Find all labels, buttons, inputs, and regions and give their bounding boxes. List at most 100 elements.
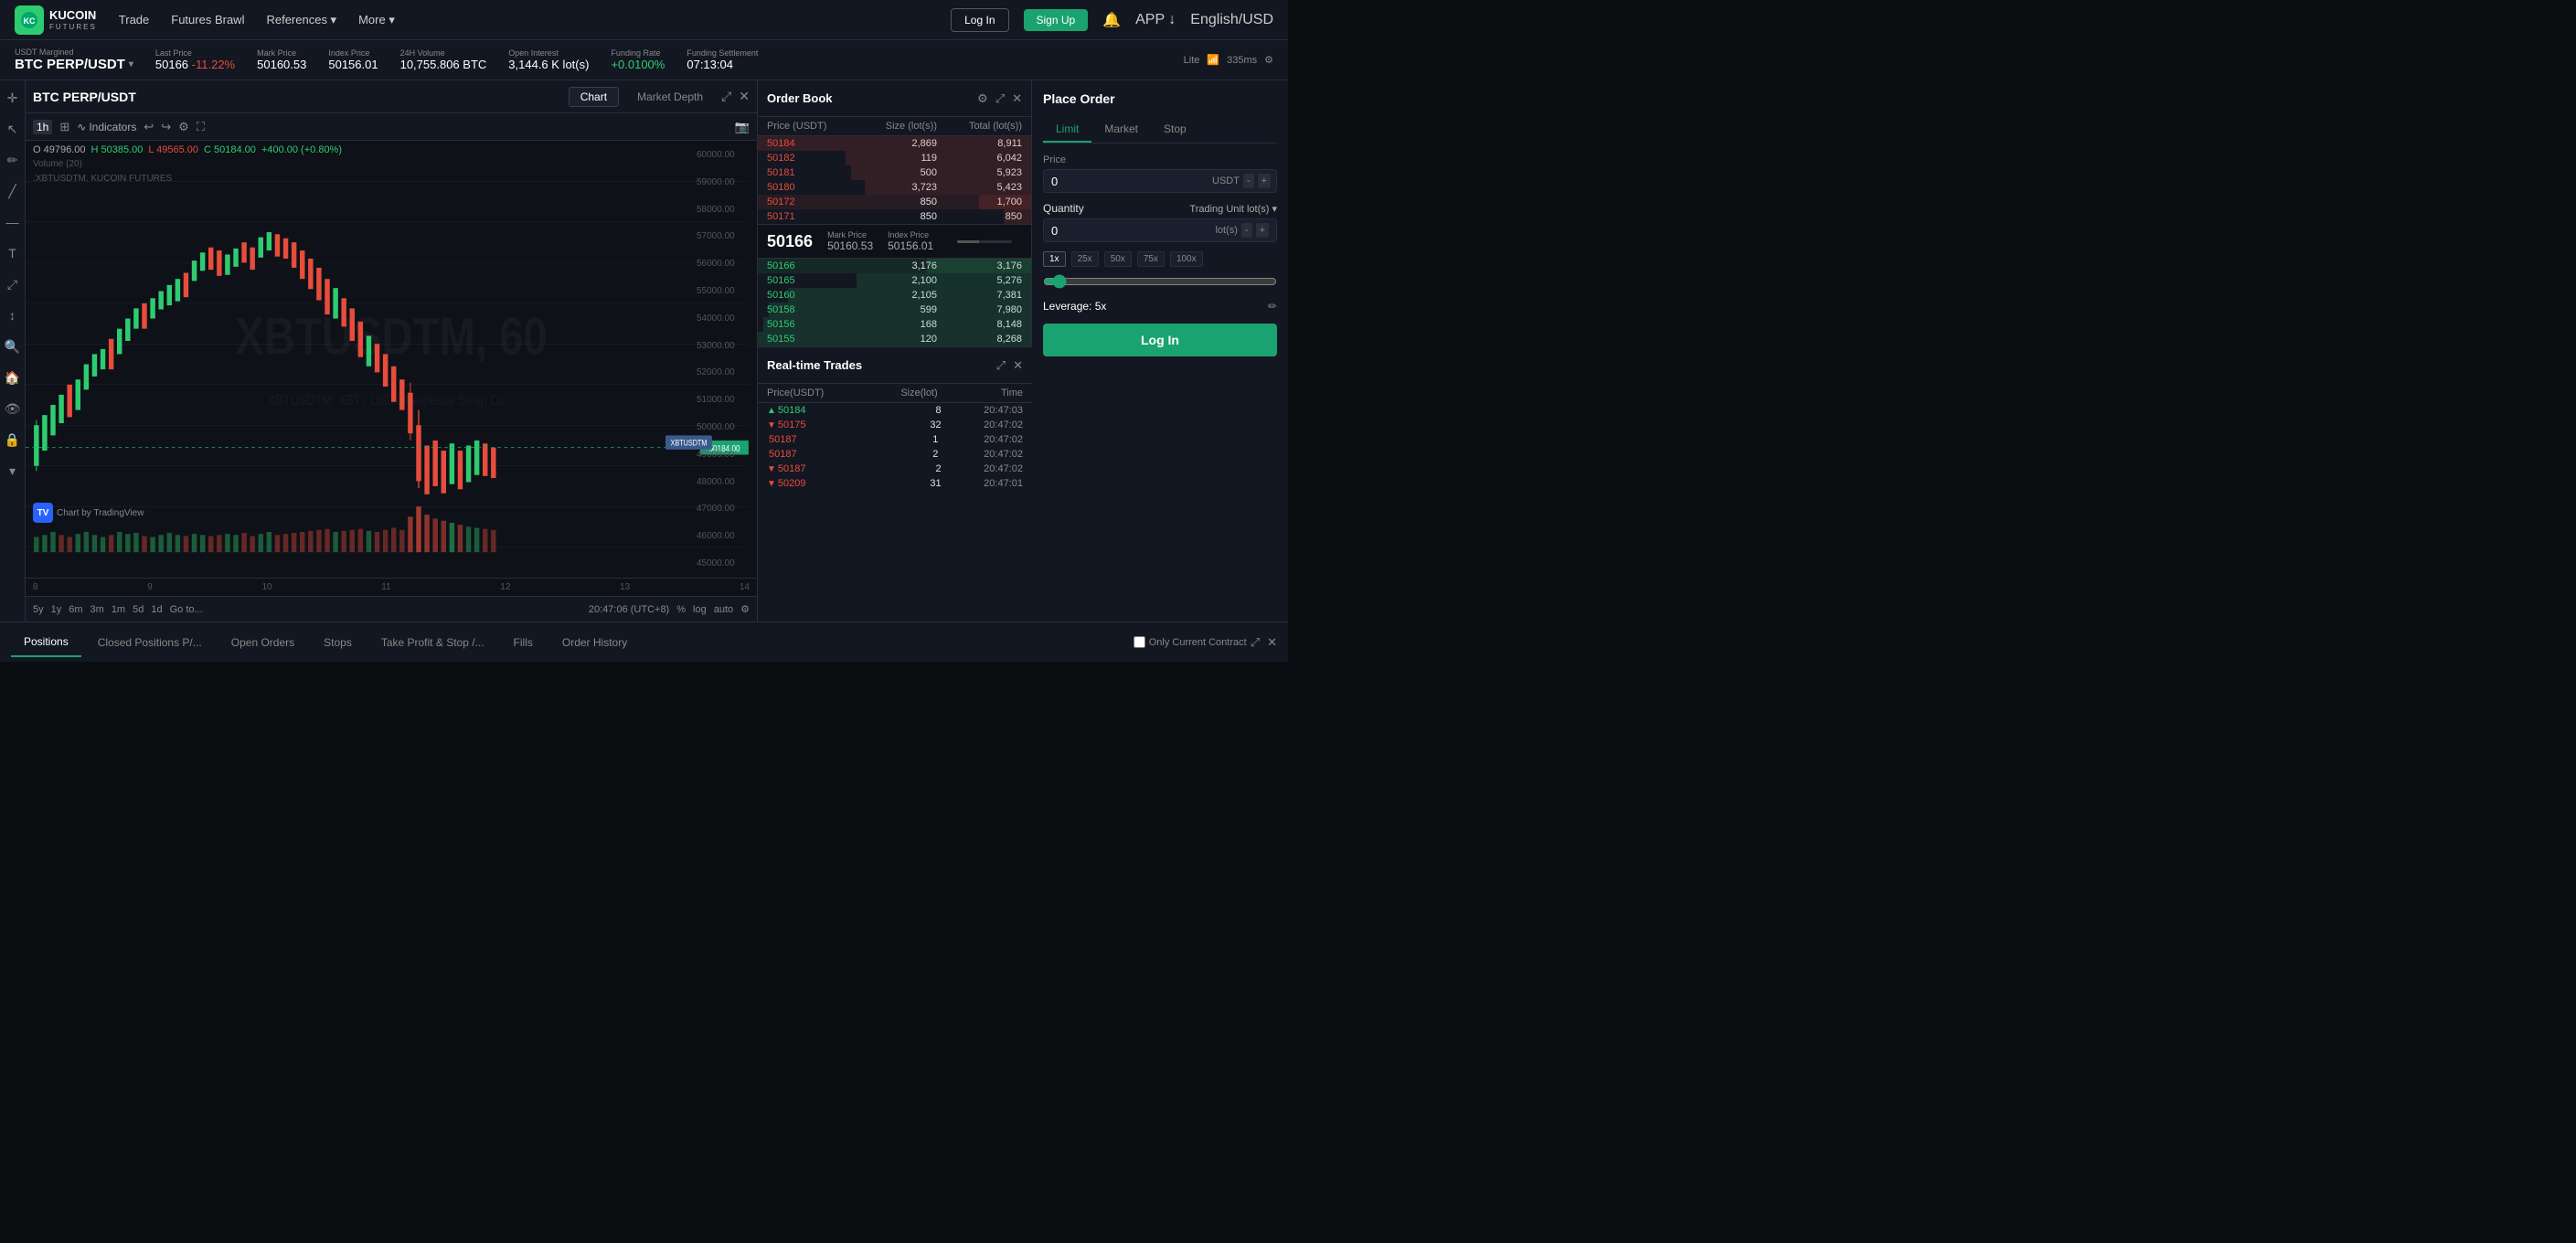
- line-icon[interactable]: ╱: [3, 181, 23, 201]
- tf-3m[interactable]: 3m: [90, 604, 104, 615]
- ask-row[interactable]: 501842,8698,911: [758, 136, 1031, 151]
- hline-icon[interactable]: —: [3, 212, 23, 232]
- indicators-button[interactable]: ∿ Indicators: [77, 121, 136, 133]
- tf-1y[interactable]: 1y: [51, 604, 62, 615]
- qty-plus-btn[interactable]: +: [1256, 223, 1269, 238]
- logo[interactable]: KC KUCOIN FUTURES: [15, 5, 97, 35]
- qty-minus-btn[interactable]: -: [1241, 223, 1252, 238]
- language-selector[interactable]: English/USD: [1190, 12, 1273, 28]
- undo-icon[interactable]: ↩: [144, 120, 154, 134]
- expand-bottom-icon[interactable]: ⤢: [1251, 635, 1260, 650]
- ask-row[interactable]: 501821196,042: [758, 151, 1031, 165]
- tab-fills[interactable]: Fills: [501, 629, 546, 656]
- close-chart-icon[interactable]: ✕: [739, 89, 750, 104]
- trading-unit[interactable]: Trading Unit lot(s) ▾: [1189, 203, 1277, 215]
- tab-stop[interactable]: Stop: [1151, 117, 1199, 143]
- tab-market[interactable]: Market: [1091, 117, 1151, 143]
- log-btn[interactable]: log: [693, 604, 707, 615]
- tab-positions[interactable]: Positions: [11, 628, 81, 657]
- pair-dropdown[interactable]: ▾: [129, 59, 133, 69]
- tf-5d[interactable]: 5d: [133, 604, 144, 615]
- lev-50x[interactable]: 50x: [1104, 251, 1132, 267]
- settings-chart-icon[interactable]: ⚙: [178, 120, 189, 134]
- price-input-wrap[interactable]: USDT - +: [1043, 169, 1277, 193]
- nav-more[interactable]: More ▾: [358, 13, 395, 27]
- quantity-input-wrap[interactable]: lot(s) - +: [1043, 218, 1277, 242]
- lev-75x[interactable]: 75x: [1137, 251, 1165, 267]
- login-button[interactable]: Log In: [951, 8, 1008, 32]
- zoom-icon[interactable]: 🔍: [3, 336, 23, 356]
- nav-futures-brawl[interactable]: Futures Brawl: [171, 13, 244, 27]
- settings-icon[interactable]: ⚙: [1264, 54, 1273, 66]
- tab-take-profit-stop[interactable]: Take Profit & Stop /...: [368, 629, 497, 656]
- ask-row[interactable]: 501803,7235,423: [758, 180, 1031, 195]
- app-download[interactable]: APP ↓: [1135, 12, 1176, 28]
- bell-icon[interactable]: 🔔: [1102, 11, 1121, 29]
- bid-row[interactable]: 501585997,980: [758, 303, 1031, 317]
- fullscreen-icon[interactable]: ⛶: [197, 120, 205, 134]
- tab-limit[interactable]: Limit: [1043, 117, 1091, 143]
- tab-open-orders[interactable]: Open Orders: [218, 629, 307, 656]
- tf-1m[interactable]: 1m: [112, 604, 125, 615]
- rt-close-icon[interactable]: ✕: [1013, 358, 1023, 373]
- chart-settings-icon[interactable]: ⚙: [740, 603, 750, 615]
- bid-row[interactable]: 501561688,148: [758, 317, 1031, 332]
- leverage-edit-icon[interactable]: ✏: [1268, 300, 1277, 313]
- tab-stops[interactable]: Stops: [311, 629, 365, 656]
- ob-expand-icon[interactable]: ⤢: [995, 91, 1005, 106]
- lev-25x[interactable]: 25x: [1071, 251, 1099, 267]
- eye-icon[interactable]: 👁: [3, 398, 23, 419]
- candle-type-icon[interactable]: ⊞: [59, 120, 69, 134]
- tab-order-history[interactable]: Order History: [549, 629, 640, 656]
- login-main-button[interactable]: Log In: [1043, 324, 1277, 356]
- nav-trade[interactable]: Trade: [119, 13, 149, 27]
- ob-close-icon[interactable]: ✕: [1012, 91, 1022, 106]
- price-input[interactable]: [1051, 175, 1212, 188]
- tf-1h[interactable]: 1h: [33, 120, 52, 134]
- lite-mode[interactable]: Lite: [1184, 55, 1200, 66]
- goto-btn[interactable]: Go to...: [170, 604, 203, 615]
- rt-expand-icon[interactable]: ⤢: [996, 358, 1006, 373]
- auto-btn[interactable]: auto: [714, 604, 733, 615]
- chart-tab-chart[interactable]: Chart: [569, 87, 619, 107]
- quantity-input[interactable]: [1051, 224, 1215, 238]
- bid-row[interactable]: 501663,1763,176: [758, 259, 1031, 273]
- pointer-icon[interactable]: ↖: [3, 119, 23, 139]
- chart-canvas[interactable]: O 49796.00 H 50385.00 L 49565.00 C 50184…: [26, 141, 757, 578]
- tf-6m[interactable]: 6m: [69, 604, 82, 615]
- pencil-icon[interactable]: ✏: [3, 150, 23, 170]
- text-icon[interactable]: T: [3, 243, 23, 263]
- ruler-icon[interactable]: ↕: [3, 305, 23, 325]
- price-minus-btn[interactable]: -: [1243, 174, 1254, 188]
- redo-icon[interactable]: ↪: [161, 120, 171, 134]
- ask-row[interactable]: 501728501,700: [758, 195, 1031, 209]
- lock-icon[interactable]: 🔒: [3, 430, 23, 450]
- camera-icon[interactable]: 📷: [735, 120, 750, 134]
- close-bottom-icon[interactable]: ✕: [1267, 635, 1277, 650]
- nav-references[interactable]: References ▾: [266, 13, 336, 27]
- bid-row[interactable]: 501551208,268: [758, 332, 1031, 346]
- ask-row[interactable]: 501815005,923: [758, 165, 1031, 180]
- crosshair-icon[interactable]: ✛: [3, 88, 23, 108]
- expand-icon[interactable]: ⤢: [721, 89, 731, 104]
- magnet-icon[interactable]: 🏠: [3, 367, 23, 388]
- only-current-contract[interactable]: Only Current Contract: [1134, 636, 1247, 648]
- signup-button[interactable]: Sign Up: [1024, 9, 1089, 31]
- tf-5y[interactable]: 5y: [33, 604, 44, 615]
- only-current-checkbox[interactable]: [1134, 636, 1145, 648]
- tab-closed-positions[interactable]: Closed Positions P/...: [85, 629, 215, 656]
- lev-100x[interactable]: 100x: [1170, 251, 1203, 267]
- bid-row[interactable]: 501652,1005,276: [758, 273, 1031, 288]
- price-plus-btn[interactable]: +: [1258, 174, 1271, 188]
- ask-row[interactable]: 50171850850: [758, 209, 1031, 224]
- ticker-pair-name[interactable]: BTC PERP/USDT: [15, 57, 125, 72]
- tf-1d[interactable]: 1d: [151, 604, 162, 615]
- leverage-slider[interactable]: [1043, 274, 1277, 289]
- bid-row[interactable]: 501602,1057,381: [758, 288, 1031, 303]
- arrow-down-icon[interactable]: ▾: [3, 461, 23, 481]
- ob-settings-icon[interactable]: ⚙: [977, 91, 988, 106]
- percent-icon[interactable]: %: [676, 604, 686, 615]
- lev-1x[interactable]: 1x: [1043, 251, 1066, 267]
- measure-icon[interactable]: ⤢: [3, 274, 23, 294]
- chart-tab-depth[interactable]: Market Depth: [626, 88, 714, 106]
